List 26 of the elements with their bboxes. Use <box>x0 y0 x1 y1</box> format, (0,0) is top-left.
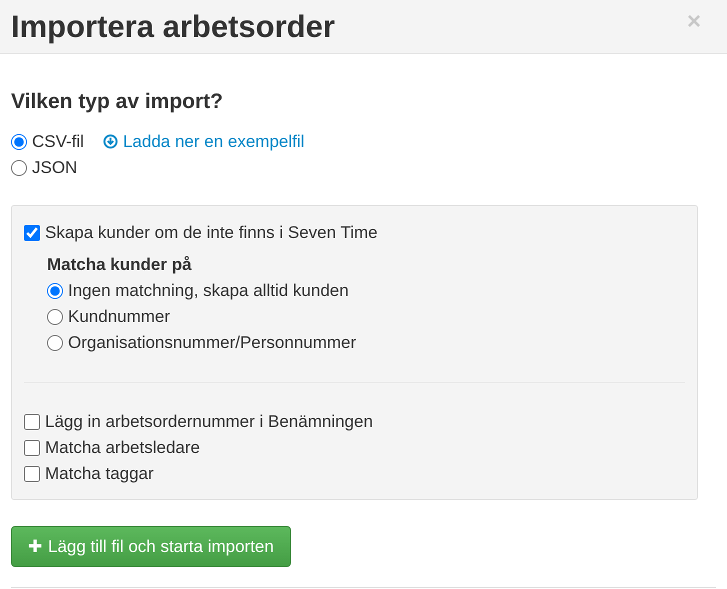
download-link[interactable]: Ladda ner en exempelfil <box>102 128 304 154</box>
option-label: Organisationsnummer/Personnummer <box>68 332 356 354</box>
option-label: Matcha taggar <box>45 462 154 484</box>
checkbox[interactable] <box>24 414 40 430</box>
option-label: CSV-fil <box>32 130 84 152</box>
dialog-title: Importera arbetsorder <box>11 8 335 46</box>
checkbox[interactable] <box>24 466 40 482</box>
option-label: Matcha arbetsledare <box>45 436 200 458</box>
option-label: Ingen matchning, skapa alltid kunden <box>68 280 349 302</box>
option-label: Skapa kunder om de inte finns i Seven Time <box>45 222 378 244</box>
option-label: Lägg in arbetsordernummer i Benämningen <box>45 410 373 432</box>
plus-icon: ✚ <box>28 534 42 559</box>
checkbox[interactable] <box>24 224 40 240</box>
section-heading: Vilken typ av import? <box>11 89 224 115</box>
group-heading: Matcha kunder på <box>47 254 193 276</box>
option-label: JSON <box>32 156 78 178</box>
radio-button[interactable] <box>47 308 63 324</box>
radio-button[interactable] <box>47 334 63 350</box>
checkbox[interactable] <box>24 440 40 456</box>
radio-button[interactable] <box>47 282 63 298</box>
radio-button[interactable] <box>11 160 27 176</box>
option-label: Kundnummer <box>68 306 170 328</box>
start-import-button[interactable]: ✚ Lägg till fil och starta importen <box>11 526 291 567</box>
radio-button[interactable] <box>11 134 27 150</box>
download-icon <box>102 134 118 149</box>
close-button[interactable]: × <box>686 10 716 34</box>
